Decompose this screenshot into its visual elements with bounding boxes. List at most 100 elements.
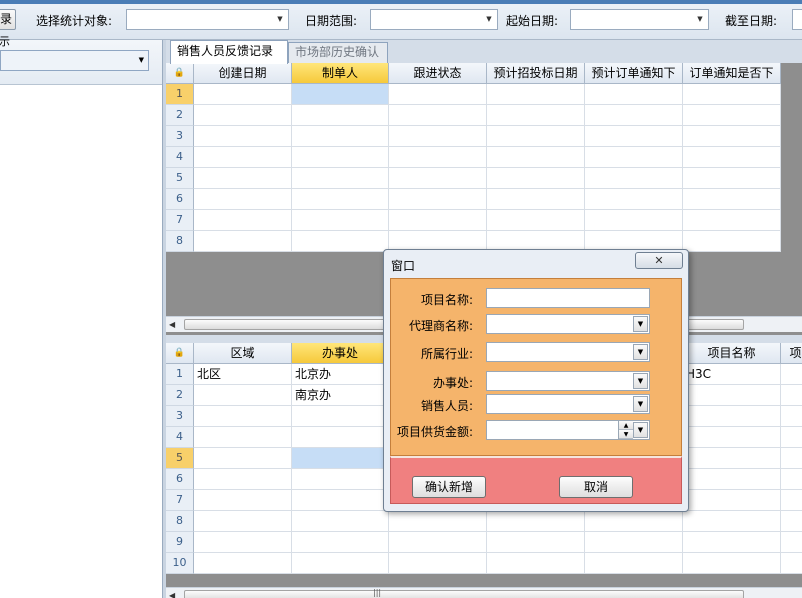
table-cell[interactable] (194, 385, 292, 406)
column-header[interactable]: 项目名称 (683, 343, 781, 364)
table-cell[interactable] (585, 532, 683, 553)
chevron-down-icon[interactable]: ▼ (633, 373, 648, 389)
scroll-left-icon[interactable]: ◀ (169, 317, 175, 332)
column-header[interactable]: 预计订单通知下 (585, 63, 683, 84)
chevron-down-icon[interactable]: ▼ (272, 10, 288, 29)
table-cell[interactable] (292, 511, 389, 532)
table-cell[interactable] (389, 511, 487, 532)
chevron-down-icon[interactable]: ▼ (139, 51, 144, 70)
table-cell[interactable] (781, 553, 802, 574)
row-number[interactable]: 6 (166, 469, 194, 490)
agent-name-combo[interactable]: ▼ (486, 314, 650, 334)
row-number[interactable]: 10 (166, 553, 194, 574)
row-number[interactable]: 8 (166, 231, 194, 252)
table-cell[interactable] (194, 168, 292, 189)
table-cell[interactable] (292, 210, 389, 231)
tab-sales-feedback[interactable]: 销售人员反馈记录 (170, 40, 288, 64)
table-cell[interactable] (194, 147, 292, 168)
table-cell[interactable] (292, 532, 389, 553)
table-cell[interactable] (683, 511, 781, 532)
project-name-field[interactable] (486, 288, 650, 308)
table-cell[interactable] (781, 490, 802, 511)
dialog-titlebar[interactable]: 窗口 ✕ (384, 250, 688, 278)
table-cell[interactable] (194, 406, 292, 427)
table-cell[interactable] (292, 427, 389, 448)
table-cell[interactable] (194, 553, 292, 574)
table-cell[interactable]: 北区 (194, 364, 292, 385)
row-number[interactable]: 2 (166, 385, 194, 406)
table-cell[interactable] (292, 84, 389, 105)
left-panel-combo[interactable]: ▼ (0, 50, 149, 71)
table-cell[interactable] (292, 126, 389, 147)
table-cell[interactable] (683, 126, 781, 147)
toolbar-button[interactable]: 录 (0, 9, 16, 30)
supply-amount-spinner[interactable]: ▲ ▼ ▼ (486, 420, 650, 440)
table-cell[interactable] (781, 469, 802, 490)
table-cell[interactable] (487, 511, 585, 532)
chevron-down-icon[interactable]: ▼ (633, 316, 648, 332)
table-cell[interactable] (781, 406, 802, 427)
table-cell[interactable] (683, 427, 781, 448)
table-cell[interactable] (194, 448, 292, 469)
table-cell[interactable] (585, 168, 683, 189)
table-cell[interactable] (683, 210, 781, 231)
table-cell[interactable] (292, 189, 389, 210)
table-cell[interactable] (292, 231, 389, 252)
row-number[interactable]: 8 (166, 511, 194, 532)
scroll-thumb[interactable]: ||| (184, 588, 744, 598)
sales-person-combo[interactable]: ▼ (486, 394, 650, 414)
table-cell[interactable] (683, 84, 781, 105)
spin-down-icon[interactable]: ▼ (619, 430, 633, 439)
table-cell[interactable] (194, 532, 292, 553)
table-cell[interactable] (683, 448, 781, 469)
table-cell[interactable] (487, 147, 585, 168)
table-cell[interactable] (683, 469, 781, 490)
table-cell[interactable] (389, 210, 487, 231)
chevron-down-icon[interactable]: ▼ (692, 10, 708, 29)
table-cell[interactable] (194, 469, 292, 490)
table-cell[interactable] (487, 84, 585, 105)
table-cell[interactable] (683, 553, 781, 574)
table-cell[interactable] (683, 168, 781, 189)
table-cell[interactable] (389, 126, 487, 147)
column-header[interactable]: 办事处 (292, 343, 389, 364)
row-number[interactable]: 9 (166, 532, 194, 553)
table-cell[interactable]: 南京办 (292, 385, 389, 406)
table-cell[interactable] (194, 511, 292, 532)
date-range-combo[interactable]: ▼ (370, 9, 498, 30)
scroll-left-icon[interactable]: ◀ (169, 588, 175, 598)
table-cell[interactable] (194, 490, 292, 511)
industry-combo[interactable]: ▼ (486, 342, 650, 362)
table-cell[interactable] (585, 126, 683, 147)
table-cell[interactable] (194, 105, 292, 126)
table-cell[interactable] (683, 189, 781, 210)
table-cell[interactable] (194, 189, 292, 210)
table-cell[interactable] (389, 532, 487, 553)
table-cell[interactable] (292, 406, 389, 427)
row-number[interactable]: 1 (166, 364, 194, 385)
cancel-button[interactable]: 取消 (559, 476, 633, 498)
bottom-grid-hscrollbar[interactable]: ◀ ||| (166, 587, 802, 598)
column-header[interactable]: 项 (781, 343, 802, 364)
table-cell[interactable] (585, 210, 683, 231)
column-header[interactable]: 跟进状态 (389, 63, 487, 84)
confirm-add-button[interactable]: 确认新增 (412, 476, 486, 498)
row-number[interactable]: 6 (166, 189, 194, 210)
chevron-down-icon[interactable]: ▼ (633, 396, 648, 412)
row-number[interactable]: 3 (166, 406, 194, 427)
table-cell[interactable] (585, 105, 683, 126)
table-cell[interactable] (487, 126, 585, 147)
chevron-down-icon[interactable]: ▼ (481, 10, 497, 29)
table-cell[interactable] (781, 532, 802, 553)
table-cell[interactable] (292, 448, 389, 469)
table-cell[interactable]: H3C (683, 364, 781, 385)
lock-icon[interactable]: 🔒 (166, 63, 194, 84)
row-number[interactable]: 7 (166, 490, 194, 511)
table-cell[interactable] (781, 427, 802, 448)
table-cell[interactable] (292, 168, 389, 189)
table-cell[interactable] (292, 105, 389, 126)
table-cell[interactable] (292, 469, 389, 490)
table-cell[interactable] (389, 553, 487, 574)
table-cell[interactable] (683, 231, 781, 252)
table-cell[interactable] (389, 147, 487, 168)
